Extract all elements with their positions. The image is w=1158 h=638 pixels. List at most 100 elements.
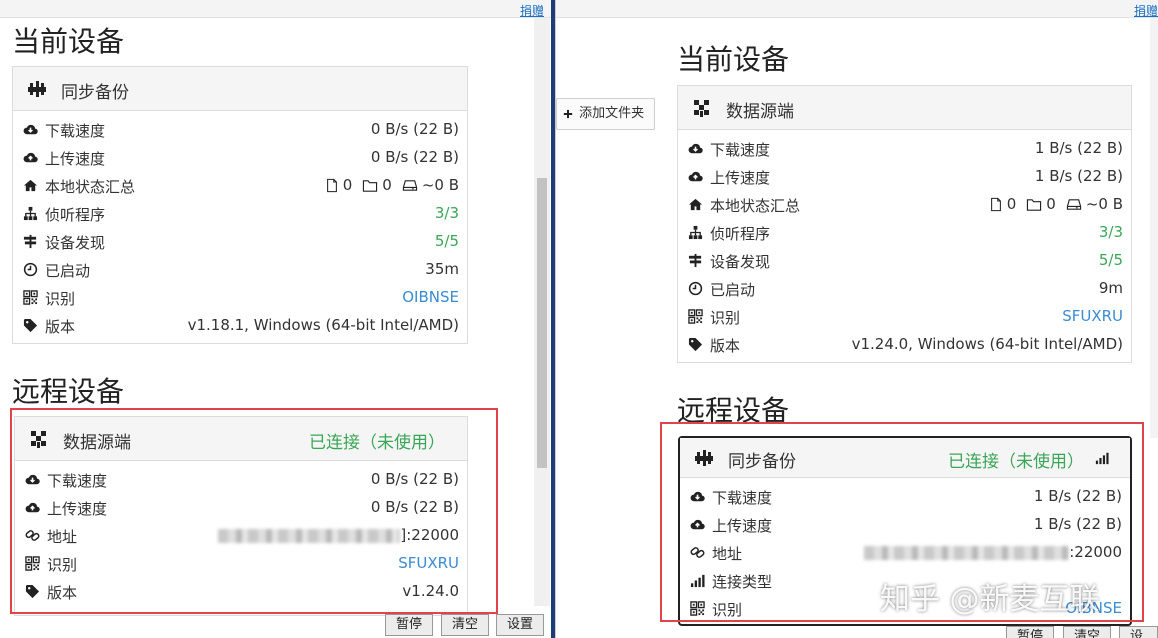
local-state-label: 本地状态汇总 [45,178,136,196]
hdd-icon [402,178,418,193]
plus-icon [563,109,573,119]
signpost-icon [688,253,703,268]
file-icon [325,178,339,193]
listeners-row: 侦听程序 3/3 [678,218,1131,246]
cloud-upload-icon [23,150,38,165]
discovery-label: 设备发现 [710,253,771,271]
donate-link[interactable]: 捐赠 [520,2,544,19]
settings-button[interactable]: 设置 [496,614,545,636]
settings-button[interactable]: 设置 [1119,626,1158,638]
sitemap-icon [23,206,38,221]
folders-count: 0 [1046,195,1056,213]
local-state-row: 本地状态汇总 0 0 ~0 B [13,171,467,199]
pause-button[interactable]: 暂停 [385,614,434,636]
pause-button[interactable]: 暂停 [1006,626,1055,638]
clock-icon [688,281,703,296]
clear-button[interactable]: 清空 [441,614,490,636]
download-rate-label: 下载速度 [710,141,771,159]
version-row: 版本 v1.24.0, Windows (64-bit Intel/AMD) [678,330,1131,358]
device-id-label: 识别 [710,309,741,327]
tag-icon [23,318,38,333]
listeners-value[interactable]: 3/3 [1099,223,1123,241]
upload-rate-label: 上传速度 [45,150,106,168]
upload-rate-label: 上传速度 [710,169,771,187]
cloud-download-icon [23,122,38,137]
files-count: 0 [342,176,353,194]
download-rate-value: 0 B/s (22 B) [370,120,459,138]
cloud-upload-icon [688,169,703,184]
upload-rate-row: 上传速度 0 B/s (22 B) [13,143,467,171]
this-device-panel: 数据源端 下载速度 1 B/s (22 B) 上传速度 1 B/s (22 B)… [677,85,1132,363]
donate-link[interactable]: 捐赠 [1134,2,1158,19]
listeners-label: 侦听程序 [710,225,771,243]
this-device-name: 同步备份 [61,83,129,103]
local-state-label: 本地状态汇总 [710,197,801,215]
size-value: ~0 B [1085,195,1123,213]
scrollbar[interactable] [534,18,550,606]
device-id-value[interactable]: SFUXRU [1062,307,1123,325]
signpost-icon [23,234,38,249]
listeners-value[interactable]: 3/3 [435,204,459,222]
download-rate-row: 下载速度 1 B/s (22 B) [678,134,1131,162]
watermark: 知乎 @新麦互联 [880,582,1100,617]
discovery-label: 设备发现 [45,234,106,252]
version-label: 版本 [45,318,76,336]
version-value: v1.18.1, Windows (64-bit Intel/AMD) [187,316,459,334]
uptime-row: 已启动 35m [13,255,467,283]
home-icon [688,197,703,212]
size-value: ~0 B [421,176,459,194]
highlight-box [10,408,498,614]
listeners-label: 侦听程序 [45,206,106,224]
this-device-header[interactable]: 同步备份 [13,67,467,111]
download-rate-value: 1 B/s (22 B) [1034,139,1123,157]
discovery-row: 设备发现 5/5 [678,246,1131,274]
device-id-label: 识别 [45,290,76,308]
folders-count: 0 [382,176,392,194]
local-state-value: 0 0 ~0 B [989,195,1123,213]
clear-button[interactable]: 清空 [1063,626,1112,638]
device-icon [27,80,47,98]
local-state-value: 0 0 ~0 B [325,176,459,194]
discovery-row: 设备发现 5/5 [13,227,467,255]
version-row: 版本 v1.18.1, Windows (64-bit Intel/AMD) [13,311,467,339]
uptime-row: 已启动 9m [678,274,1131,302]
sitemap-icon [688,225,703,240]
scrollbar[interactable] [1150,18,1158,438]
add-folder-button[interactable]: 添加文件夹 [556,98,656,130]
upload-rate-row: 上传速度 1 B/s (22 B) [678,162,1131,190]
clock-icon [23,262,38,277]
uptime-label: 已启动 [45,262,91,280]
hdd-icon [1066,197,1082,212]
listeners-row: 侦听程序 3/3 [13,199,467,227]
top-bar [0,0,552,18]
device-icon [692,99,712,117]
remote-devices-title: 远程设备 [12,375,125,408]
discovery-value[interactable]: 5/5 [1099,251,1123,269]
this-device-name: 数据源端 [726,102,794,122]
this-device-panel: 同步备份 下载速度 0 B/s (22 B) 上传速度 0 B/s (22 B)… [12,66,468,344]
device-id-value[interactable]: OIBNSE [402,288,459,306]
current-device-title: 当前设备 [677,43,790,76]
scrollbar-thumb[interactable] [537,178,547,468]
uptime-value: 35m [425,260,459,278]
qrcode-icon [23,290,38,305]
file-icon [989,197,1003,212]
cloud-download-icon [688,141,703,156]
upload-rate-value: 0 B/s (22 B) [370,148,459,166]
folder-icon [1026,197,1042,212]
uptime-label: 已启动 [710,281,756,299]
current-device-title: 当前设备 [12,25,125,58]
version-label: 版本 [710,337,741,355]
left-window: 捐赠 当前设备 同步备份 下载速度 0 B/s (22 B) 上传速度 0 B/… [0,0,552,638]
uptime-value: 9m [1098,279,1123,297]
files-count: 0 [1006,195,1017,213]
local-state-row: 本地状态汇总 0 0 ~0 B [678,190,1131,218]
device-id-row: 识别 OIBNSE [13,283,467,311]
top-bar [556,0,1158,18]
download-rate-label: 下载速度 [45,122,106,140]
download-rate-row: 下载速度 0 B/s (22 B) [13,115,467,143]
right-window: 捐赠 添加文件夹 当前设备 数据源端 下载速度 1 B/s (22 B) 上传速… [556,0,1158,638]
version-value: v1.24.0, Windows (64-bit Intel/AMD) [851,335,1123,353]
discovery-value[interactable]: 5/5 [435,232,459,250]
this-device-header[interactable]: 数据源端 [678,86,1131,130]
